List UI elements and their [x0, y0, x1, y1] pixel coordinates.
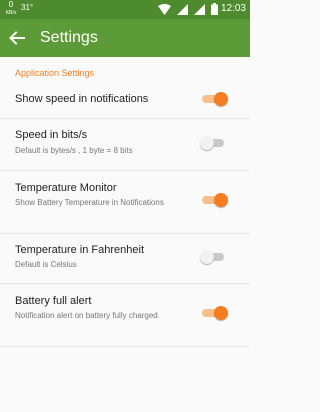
- setting-subtitle: Notification alert on battery fully char…: [15, 311, 158, 320]
- battery-icon: [211, 3, 218, 15]
- temperature-monitor-toggle[interactable]: [200, 193, 228, 207]
- battery-full-alert-toggle[interactable]: [200, 306, 228, 320]
- setting-title: Temperature Monitor: [15, 182, 117, 194]
- toggle-thumb: [214, 92, 228, 106]
- setting-title: Temperature in Fahrenheit: [15, 244, 145, 256]
- wifi-icon: [158, 3, 171, 15]
- setting-title: Battery full alert: [15, 295, 92, 307]
- setting-subtitle: Show Battery Temperature in Notification…: [15, 198, 164, 207]
- status-icons: [158, 3, 218, 15]
- section-header: Application Settings: [15, 68, 95, 78]
- temperature-fahrenheit-toggle[interactable]: [200, 250, 228, 264]
- setting-subtitle: Default is Celsius: [15, 260, 77, 269]
- setting-subtitle: Default is bytes/s , 1 byte = 8 bits: [15, 146, 133, 155]
- signal-icon-2: [194, 3, 205, 15]
- status-bar: 0 KB/s 31° 12:03: [0, 0, 250, 19]
- app-bar: Settings: [0, 19, 250, 57]
- page-title: Settings: [40, 29, 98, 46]
- toggle-thumb: [200, 250, 214, 264]
- clock: 12:03: [220, 3, 246, 14]
- toggle-thumb: [214, 193, 228, 207]
- network-speed-unit: KB/s: [5, 10, 17, 16]
- setting-title: Show speed in notifications: [15, 93, 149, 105]
- toggle-thumb: [214, 306, 228, 320]
- signal-icon: [177, 3, 188, 15]
- toggle-thumb: [200, 136, 214, 150]
- speed-in-bits-toggle[interactable]: [200, 136, 228, 150]
- back-arrow-icon[interactable]: [9, 30, 25, 46]
- setting-temperature-fahrenheit[interactable]: Temperature in Fahrenheit Default is Cel…: [0, 234, 250, 282]
- setting-speed-in-bits[interactable]: Speed in bits/s Default is bytes/s , 1 b…: [0, 119, 250, 169]
- show-speed-toggle[interactable]: [200, 92, 228, 106]
- setting-battery-full-alert[interactable]: Battery full alert Notification alert on…: [0, 284, 250, 344]
- setting-temperature-monitor[interactable]: Temperature Monitor Show Battery Tempera…: [0, 171, 250, 231]
- network-speed-indicator: 0 KB/s: [3, 1, 19, 17]
- divider: [0, 346, 250, 347]
- setting-title: Speed in bits/s: [15, 129, 88, 141]
- temperature-indicator: 31°: [21, 3, 34, 12]
- setting-show-speed[interactable]: Show speed in notifications: [0, 84, 250, 114]
- network-speed-value: 0: [8, 0, 14, 9]
